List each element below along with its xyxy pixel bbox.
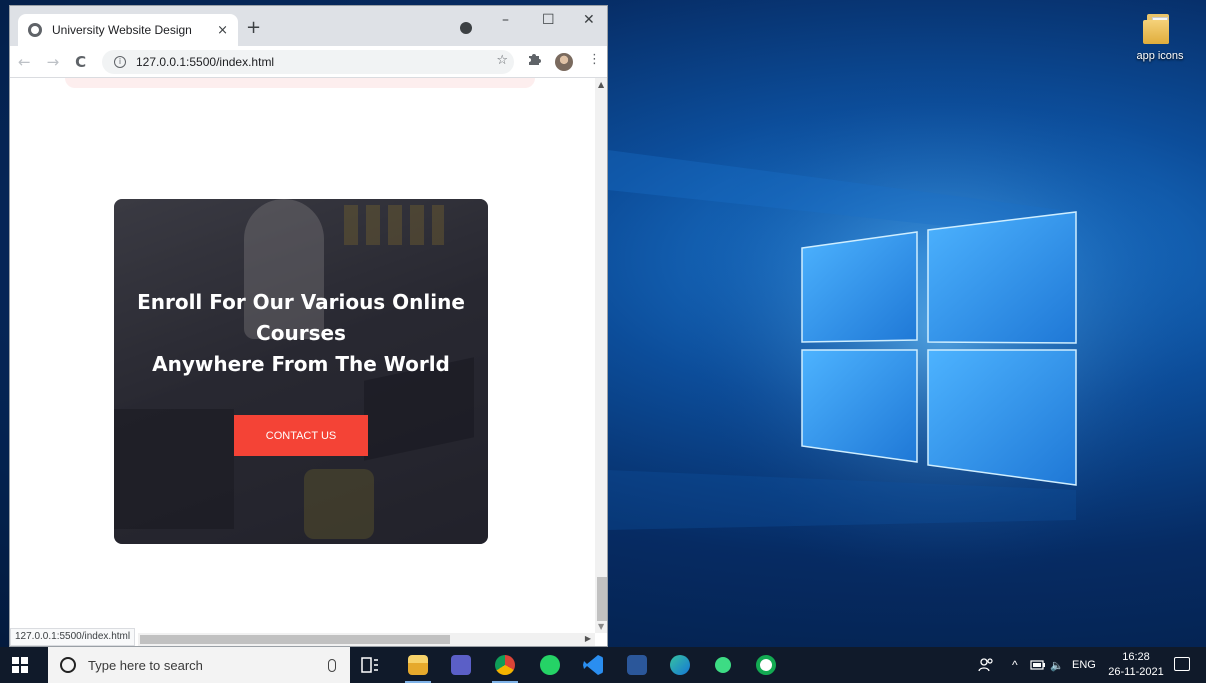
android-studio-icon[interactable] xyxy=(710,652,736,678)
tab-university-website[interactable]: University Website Design × xyxy=(18,14,238,46)
new-tab-button[interactable]: + xyxy=(246,17,261,38)
minimize-button[interactable]: – xyxy=(502,12,509,28)
forward-button[interactable]: → xyxy=(47,53,60,71)
back-button[interactable]: ← xyxy=(18,53,31,71)
horizontal-scrollbar[interactable]: ▶ xyxy=(138,633,595,646)
edge-icon[interactable] xyxy=(667,652,693,678)
site-info-icon[interactable]: i xyxy=(114,56,126,68)
teams-icon[interactable] xyxy=(448,652,474,678)
clock-time: 16:28 xyxy=(1122,651,1150,663)
tab-title: University Website Design xyxy=(52,23,192,37)
previous-section-edge xyxy=(65,78,535,88)
microphone-icon[interactable] xyxy=(328,658,336,672)
language-indicator[interactable]: ENG xyxy=(1072,647,1096,683)
enroll-heading-line3: Anywhere From The World xyxy=(152,352,450,376)
people-icon[interactable] xyxy=(978,647,994,683)
vscode-icon[interactable] xyxy=(580,652,606,678)
browser-titlebar: University Website Design × + – ☐ ✕ xyxy=(10,6,607,46)
page-viewport: Enroll For Our Various Online Courses An… xyxy=(10,78,595,633)
whatsapp-icon[interactable] xyxy=(537,652,563,678)
address-bar[interactable]: i 127.0.0.1:5500/index.html ☆ xyxy=(102,50,514,74)
task-view-icon[interactable] xyxy=(357,652,383,678)
battery-icon[interactable] xyxy=(1030,647,1046,683)
taskbar: Type here to search ^ 🔈 ENG 16:28 26-11-… xyxy=(0,647,1206,683)
address-url: 127.0.0.1:5500/index.html xyxy=(136,55,275,69)
search-placeholder: Type here to search xyxy=(88,657,203,673)
taskbar-search[interactable]: Type here to search xyxy=(48,647,350,683)
word-icon[interactable] xyxy=(624,652,650,678)
browser-window: University Website Design × + – ☐ ✕ ← → … xyxy=(9,5,608,647)
taskbar-clock[interactable]: 16:28 26-11-2021 xyxy=(1105,650,1167,680)
close-button[interactable]: ✕ xyxy=(583,12,595,28)
action-center-icon[interactable] xyxy=(1174,657,1190,671)
scroll-right-arrow[interactable]: ▶ xyxy=(585,634,591,643)
cortana-icon xyxy=(60,657,76,673)
enroll-heading-line1: Enroll For Our Various Online xyxy=(137,290,465,314)
horizontal-scroll-thumb[interactable] xyxy=(140,635,450,644)
tab-search-icon[interactable] xyxy=(460,22,472,34)
link-status-bar: 127.0.0.1:5500/index.html xyxy=(10,628,136,646)
desktop-icon-app-icons[interactable]: app icons xyxy=(1122,14,1198,62)
mongodb-compass-icon[interactable] xyxy=(753,652,779,678)
show-hidden-icons-chevron[interactable]: ^ xyxy=(1012,647,1018,683)
maximize-button[interactable]: ☐ xyxy=(542,12,555,28)
folder-icon xyxy=(1143,14,1177,44)
volume-icon[interactable]: 🔈 xyxy=(1050,647,1064,683)
scroll-down-arrow[interactable]: ▼ xyxy=(598,622,604,631)
scroll-up-arrow[interactable]: ▲ xyxy=(598,80,604,89)
file-explorer-icon[interactable] xyxy=(405,652,431,683)
vertical-scroll-thumb[interactable] xyxy=(597,577,607,621)
puzzle-icon[interactable] xyxy=(527,52,541,70)
bookmark-star-icon[interactable]: ☆ xyxy=(496,53,508,68)
menu-kebab-icon[interactable]: ⋮ xyxy=(588,52,601,67)
enroll-heading-line2: Courses xyxy=(256,321,346,345)
reload-button[interactable]: C xyxy=(75,53,86,71)
browser-toolbar: ← → C i 127.0.0.1:5500/index.html ☆ ⋮ xyxy=(10,46,607,78)
tab-close-icon[interactable]: × xyxy=(217,23,228,38)
globe-icon xyxy=(28,23,42,37)
chrome-icon[interactable] xyxy=(492,652,518,683)
desktop-icon-label: app icons xyxy=(1136,50,1184,62)
enroll-heading: Enroll For Our Various Online Courses An… xyxy=(114,287,488,380)
clock-date: 26-11-2021 xyxy=(1108,666,1164,678)
contact-us-button[interactable]: CONTACT US xyxy=(234,415,368,456)
enroll-banner: Enroll For Our Various Online Courses An… xyxy=(114,199,488,544)
profile-avatar[interactable] xyxy=(555,53,573,71)
vertical-scrollbar[interactable]: ▲ ▼ xyxy=(595,78,607,633)
windows-start-icon[interactable] xyxy=(12,657,28,673)
